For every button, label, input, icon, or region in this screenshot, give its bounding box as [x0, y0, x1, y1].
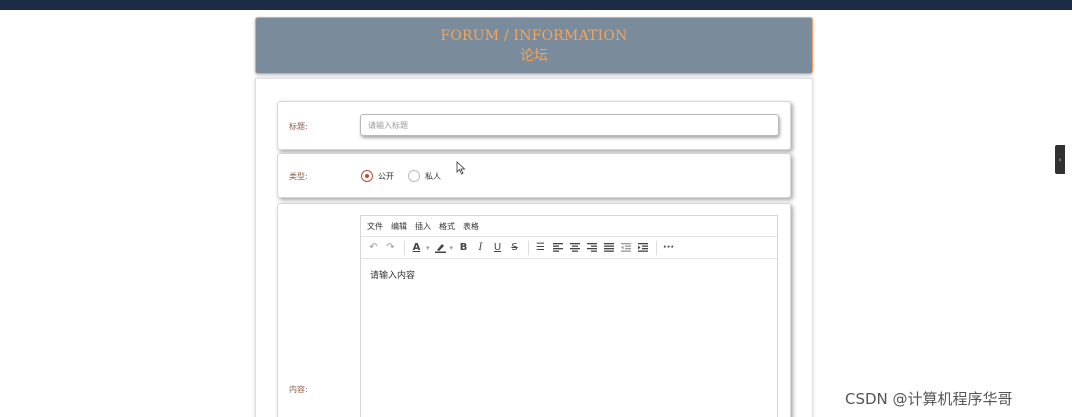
type-row: 类型: 公开 私人 — [277, 153, 791, 198]
header-title-en: FORUM / INFORMATION — [440, 28, 628, 44]
radio-private-label: 私人 — [425, 171, 441, 181]
menu-format[interactable]: 格式 — [439, 221, 455, 232]
editor-toolbar: ↶ ↷ A ▾ ▾ B I U S ☰ ··· — [361, 237, 777, 259]
underline-icon[interactable]: U — [490, 240, 505, 255]
toolbar-divider — [528, 240, 530, 255]
highlight-icon[interactable] — [433, 240, 448, 255]
chevron-down-icon[interactable]: ▾ — [426, 244, 430, 252]
top-bar — [0, 0, 1072, 10]
editor-placeholder: 请输入内容 — [370, 271, 416, 281]
outdent-icon[interactable] — [618, 240, 633, 255]
align-right-icon[interactable] — [584, 240, 599, 255]
menu-file[interactable]: 文件 — [367, 221, 383, 232]
watermark: CSDN @计算机程序华哥 — [845, 390, 1013, 408]
title-label: 标题: — [289, 122, 308, 131]
type-radio-group: 公开 私人 — [361, 170, 455, 182]
font-color-icon[interactable]: A — [409, 240, 424, 255]
redo-icon[interactable]: ↷ — [383, 240, 398, 255]
side-collapse-tab[interactable]: ‹ — [1055, 145, 1065, 174]
bold-icon[interactable]: B — [456, 240, 471, 255]
chevron-down-icon[interactable]: ▾ — [450, 244, 454, 252]
menu-edit[interactable]: 编辑 — [391, 221, 407, 232]
type-label: 类型: — [289, 172, 308, 181]
rich-text-editor: 文件 编辑 插入 格式 表格 ↶ ↷ A ▾ ▾ B I U S ☰ ··· 请… — [360, 215, 778, 417]
radio-private[interactable]: 私人 — [408, 170, 441, 182]
indent-icon[interactable] — [635, 240, 650, 255]
header-title-cn: 论坛 — [520, 48, 548, 64]
forum-header: FORUM / INFORMATION 论坛 — [255, 17, 813, 74]
title-input[interactable] — [360, 114, 779, 136]
title-row: 标题: — [277, 101, 791, 150]
align-left-icon[interactable] — [550, 240, 565, 255]
strikethrough-icon[interactable]: S — [507, 240, 522, 255]
menu-insert[interactable]: 插入 — [415, 221, 431, 232]
radio-public-dot[interactable] — [361, 170, 373, 182]
italic-icon[interactable]: I — [473, 240, 488, 255]
align-center-icon[interactable] — [567, 240, 582, 255]
radio-public[interactable]: 公开 — [361, 170, 394, 182]
chevron-left-icon: ‹ — [1058, 155, 1062, 164]
mouse-pointer-icon — [456, 161, 466, 175]
bullet-list-icon[interactable]: ☰ — [533, 240, 548, 255]
align-justify-icon[interactable] — [601, 240, 616, 255]
toolbar-divider — [404, 240, 405, 255]
content-row: 内容: 文件 编辑 插入 格式 表格 ↶ ↷ A ▾ ▾ B I U S ☰ ·… — [277, 203, 791, 417]
radio-public-label: 公开 — [378, 171, 394, 181]
editor-menubar: 文件 编辑 插入 格式 表格 — [361, 216, 777, 237]
content-label: 内容: — [289, 385, 308, 394]
radio-private-dot[interactable] — [408, 170, 420, 182]
menu-table[interactable]: 表格 — [463, 221, 479, 232]
editor-content-area[interactable]: 请输入内容 — [361, 259, 777, 290]
more-icon[interactable]: ··· — [661, 240, 676, 255]
toolbar-divider — [656, 240, 658, 255]
undo-icon[interactable]: ↶ — [366, 240, 381, 255]
